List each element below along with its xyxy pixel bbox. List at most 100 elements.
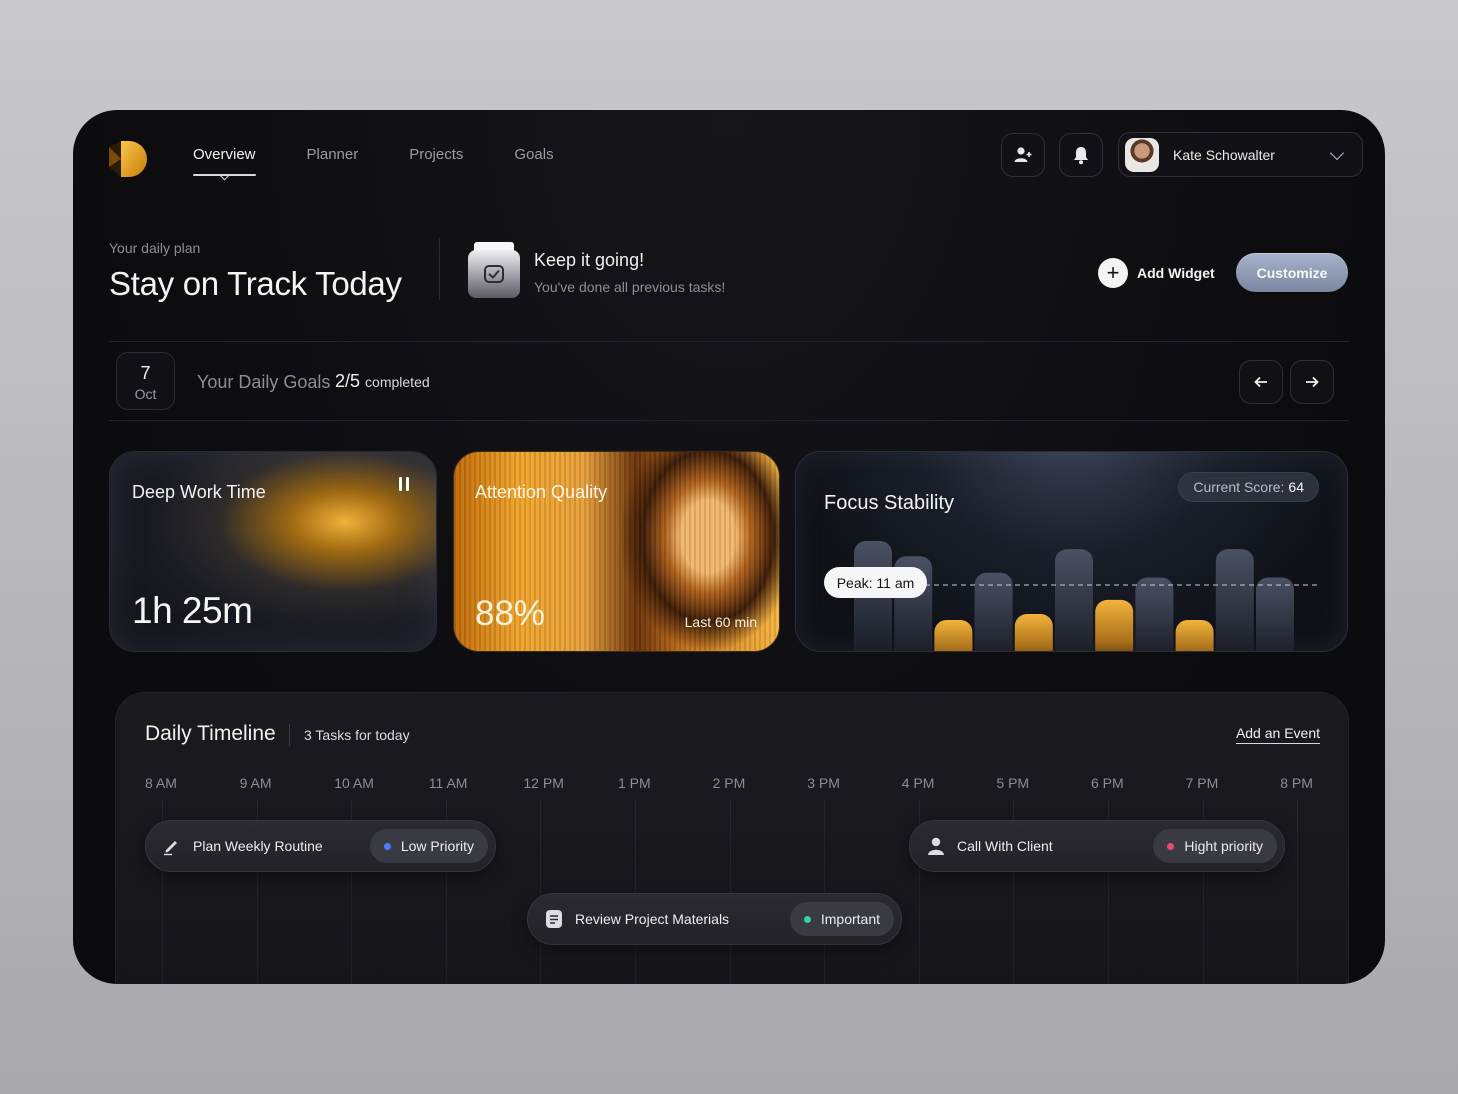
hour-label: 8 PM	[1280, 775, 1313, 791]
hour-gridline	[540, 799, 542, 984]
add-user-icon	[1014, 147, 1032, 162]
timeline-count: 3 Tasks for today	[304, 727, 410, 743]
date-day: 7	[140, 363, 151, 383]
divider	[109, 420, 1349, 421]
user-name: Kate Schowalter	[1173, 146, 1275, 163]
priority-dot	[383, 842, 391, 850]
date-month: Oct	[134, 386, 157, 402]
hour-gridline	[635, 799, 636, 984]
priority-label: Hight priority	[1184, 838, 1263, 854]
arrow-right-icon	[1306, 376, 1319, 388]
hour-label: 7 PM	[1185, 775, 1219, 791]
daily-timeline: Daily Timeline 3 Tasks for today Add an …	[115, 692, 1349, 984]
add-event-link[interactable]: Add an Event	[1235, 725, 1320, 744]
priority-label: Important	[820, 911, 880, 927]
priority-dot	[803, 915, 811, 923]
hour-gridline	[729, 799, 731, 984]
page-title: Stay on Track Today	[109, 265, 402, 302]
event-title: Plan Weekly Routine	[193, 838, 323, 854]
prev-button[interactable]	[1239, 360, 1283, 404]
nav-goals[interactable]: Goals	[514, 144, 553, 165]
hour-gridline	[1297, 799, 1299, 984]
priority-badge: Hight priority	[1153, 829, 1277, 863]
peak-label: Peak: 11 am	[824, 567, 927, 598]
goals-progress: 2/5 completed	[335, 371, 430, 392]
user-menu[interactable]: Kate Schowalter	[1118, 132, 1363, 177]
deep-work-card[interactable]: Deep Work Time 1h 25m	[109, 451, 437, 652]
next-button[interactable]	[1290, 360, 1334, 404]
goals-count-word: completed	[365, 374, 430, 390]
priority-badge: Important	[789, 902, 894, 936]
focus-bar-grey	[1055, 549, 1093, 651]
deep-work-title: Deep Work Time	[132, 482, 266, 502]
nav-planner[interactable]: Planner	[307, 144, 359, 165]
chevron-down-icon	[1329, 145, 1345, 160]
bell-icon	[1074, 147, 1088, 165]
add-widget-label: Add Widget	[1137, 265, 1215, 281]
pen-icon	[162, 836, 182, 856]
event-plan-weekly-routine[interactable]: Plan Weekly Routine Low Priority	[145, 820, 496, 872]
status-subtitle: You've done all previous tasks!	[534, 279, 726, 295]
hour-label: 3 PM	[807, 775, 840, 791]
divider	[109, 341, 1349, 342]
nav-projects[interactable]: Projects	[409, 144, 463, 165]
plus-icon: +	[1098, 258, 1128, 288]
status-title: Keep it going!	[534, 250, 645, 270]
focus-bar-gold	[1175, 619, 1214, 651]
logo-icon	[109, 141, 147, 177]
hour-label: 8 AM	[145, 775, 177, 791]
arrow-left-icon	[1254, 376, 1267, 388]
event-title: Call With Client	[957, 838, 1053, 854]
deep-work-value: 1h 25m	[132, 590, 253, 631]
hour-label: 11 AM	[428, 775, 468, 791]
hour-label: 10 AM	[334, 775, 374, 791]
priority-dot	[1167, 842, 1175, 850]
add-user-button[interactable]	[1001, 133, 1045, 177]
hour-label: 1 PM	[618, 775, 651, 791]
avatar	[1125, 137, 1159, 172]
divider	[439, 238, 440, 300]
app-window: Overview Planner Projects Goals Kate Sch…	[73, 110, 1385, 984]
main-nav: Overview Planner Projects Goals	[193, 144, 605, 176]
hour-label: 12 PM	[523, 775, 564, 791]
user-icon	[926, 836, 946, 856]
focus-bar-gold	[1014, 614, 1053, 651]
divider	[289, 724, 290, 746]
hour-label: 6 PM	[1091, 775, 1124, 791]
notifications-button[interactable]	[1059, 133, 1103, 177]
task-box-icon	[468, 242, 520, 298]
attention-title: Attention Quality	[475, 482, 608, 502]
hour-label: 4 PM	[901, 775, 935, 791]
peak-label-text: Peak: 11 am	[837, 575, 915, 591]
hour-label: 5 PM	[996, 775, 1030, 791]
priority-label: Low Priority	[400, 838, 474, 854]
plan-label: Your daily plan	[109, 240, 201, 256]
focus-stability-card[interactable]: Peak: 11 am Focus Stability Current Scor…	[795, 451, 1348, 652]
focus-bar-gold	[1095, 599, 1134, 651]
event-review-project-materials[interactable]: Review Project Materials Important	[527, 893, 902, 945]
attention-value: 88%	[475, 594, 546, 633]
focus-bar-grey	[1215, 549, 1254, 651]
nav-overview[interactable]: Overview	[193, 144, 256, 176]
goals-label: Your Daily Goals	[197, 372, 331, 392]
priority-badge: Low Priority	[369, 829, 488, 863]
event-title: Review Project Materials	[575, 911, 730, 927]
timeline-title: Daily Timeline	[145, 722, 276, 745]
date-badge: 7 Oct	[116, 352, 175, 410]
current-score-badge: Current Score: 64	[1178, 472, 1319, 502]
focus-bar-grey	[1135, 577, 1174, 651]
document-icon	[544, 909, 564, 929]
pause-icon[interactable]	[394, 474, 414, 494]
score-value: 64	[1288, 479, 1304, 495]
hour-label: 9 AM	[239, 775, 272, 791]
hour-gridline	[824, 799, 826, 984]
attention-subtitle: Last 60 min	[684, 614, 757, 630]
attention-quality-card[interactable]: Attention Quality 88% Last 60 min	[453, 451, 780, 652]
hour-label: 2 PM	[712, 775, 746, 791]
event-call-with-client[interactable]: Call With Client Hight priority	[909, 820, 1285, 872]
customize-button[interactable]: Customize	[1236, 253, 1348, 292]
add-widget-button[interactable]: + Add Widget	[1098, 258, 1215, 288]
focus-bar-gold	[934, 619, 973, 651]
focus-bar-grey	[1256, 577, 1294, 651]
score-label: Current Score:	[1193, 479, 1285, 495]
